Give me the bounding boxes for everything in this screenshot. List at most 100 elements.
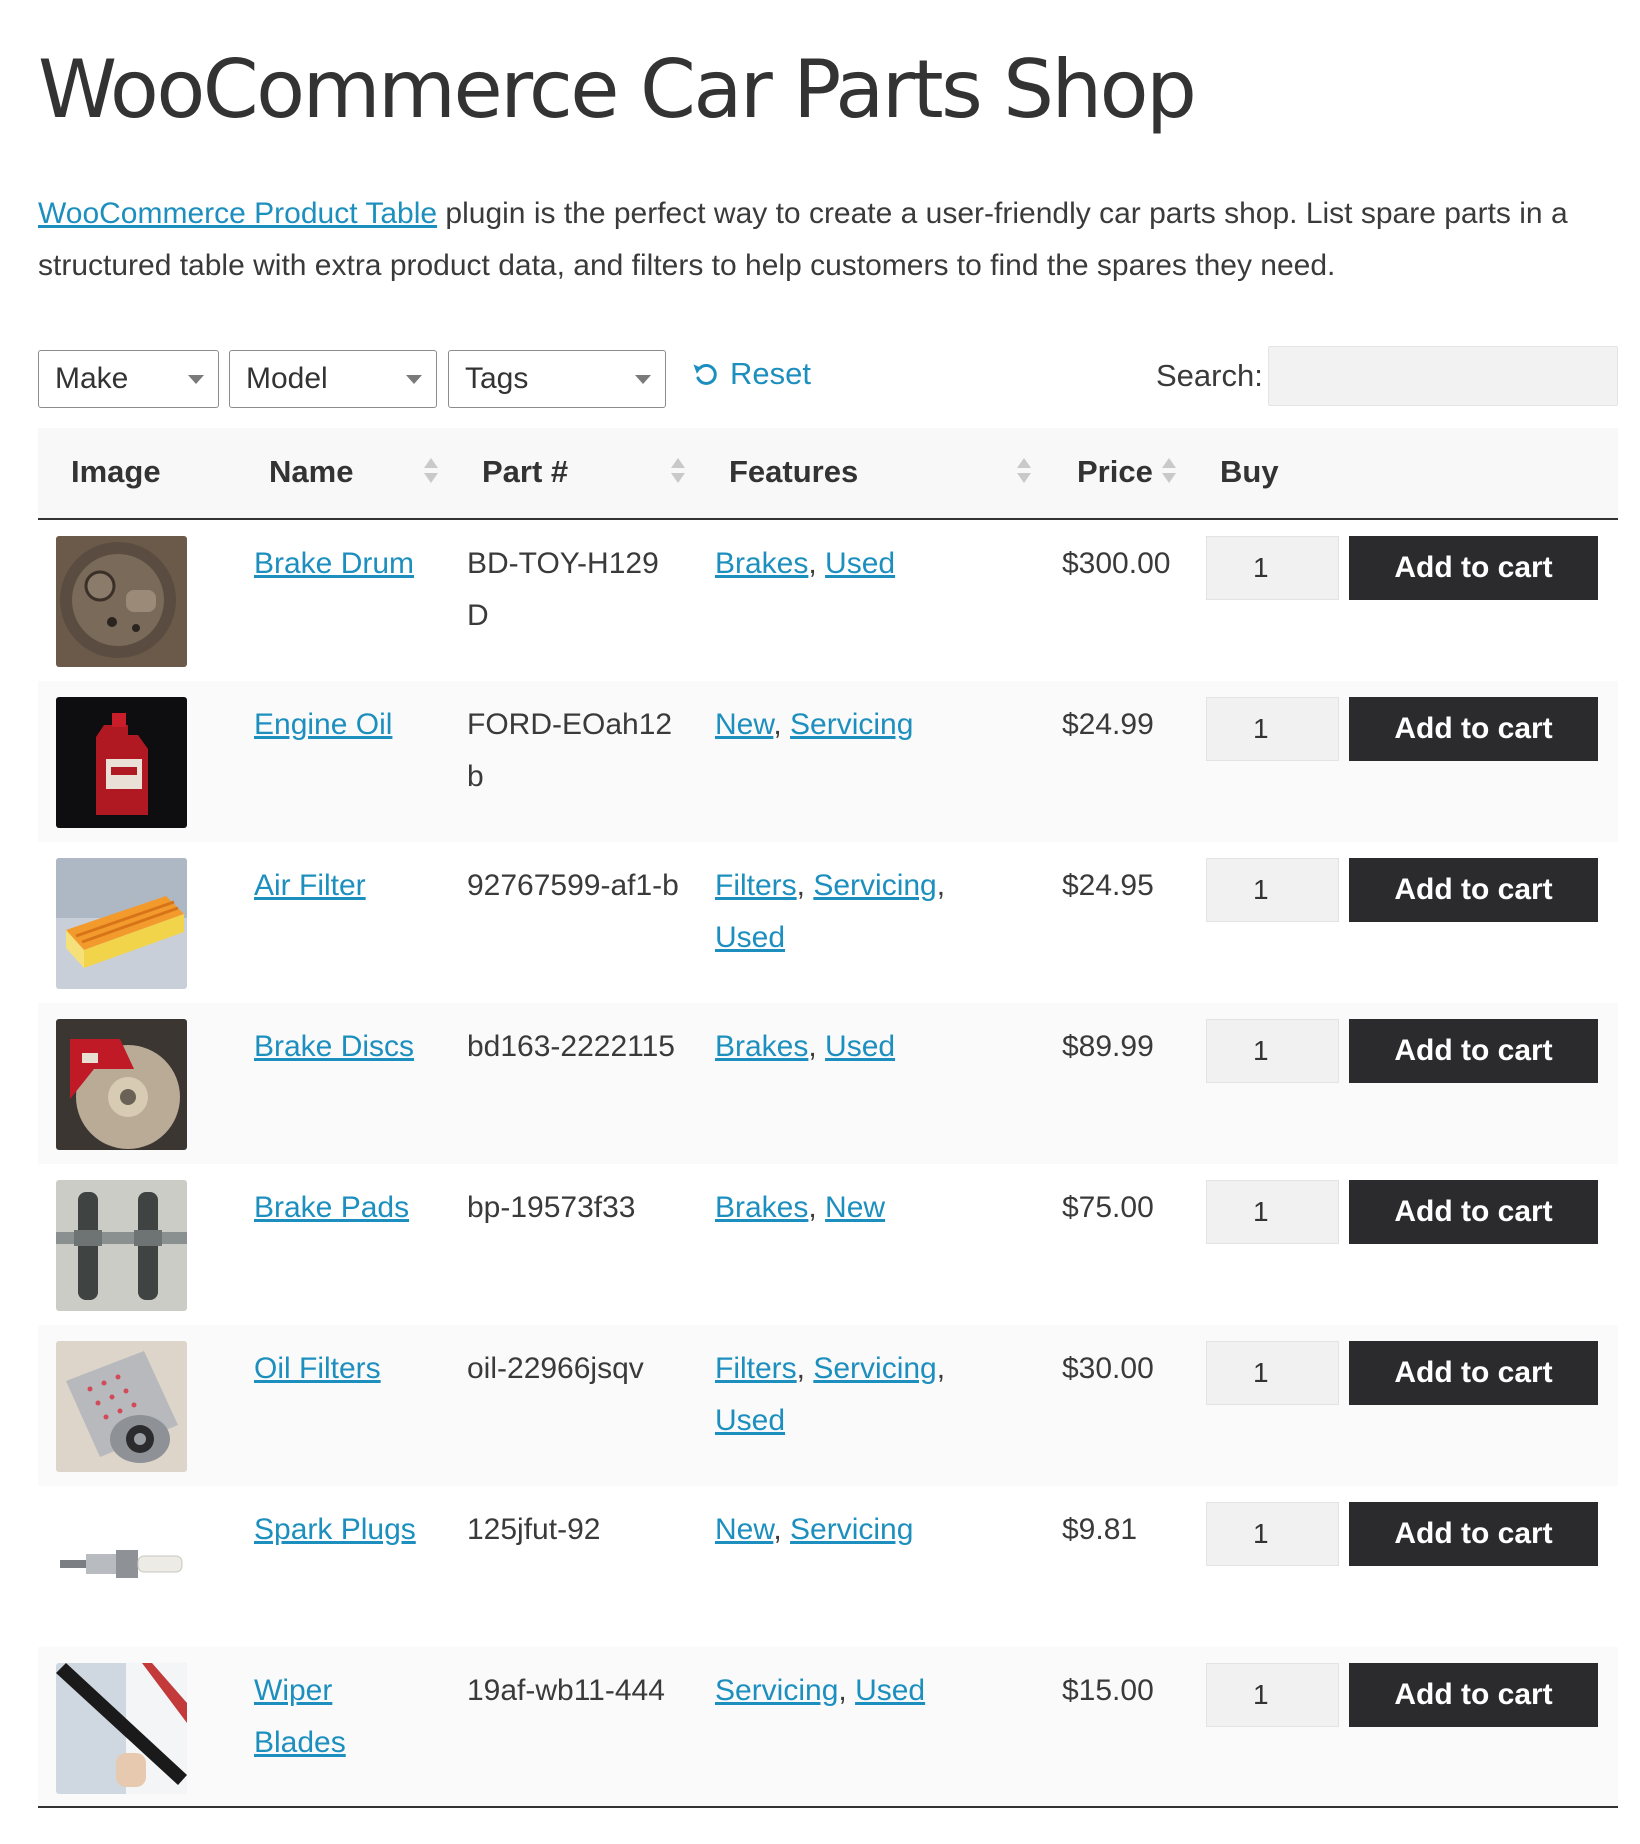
add-to-cart-button[interactable]: Add to cart [1349, 697, 1598, 761]
product-name-link[interactable]: Brake Discs [254, 1030, 414, 1063]
table-body: Brake Drum BD-TOY-H129D Brakes, Used $300.0… [38, 520, 1618, 1808]
product-name-link[interactable]: Brake Drum [254, 547, 414, 580]
add-to-cart-button[interactable]: Add to cart [1349, 1180, 1598, 1244]
sort-icon[interactable] [671, 458, 685, 488]
feature-tag-link[interactable]: Used [715, 1404, 785, 1437]
feature-tag-link[interactable]: Used [825, 547, 895, 580]
table-row: Wiper Blades 19af-wb11-444 Servicing, Used… [38, 1647, 1618, 1808]
feature-tag-link[interactable]: Servicing [813, 869, 936, 902]
feature-tag-link[interactable]: Filters [715, 869, 797, 902]
add-to-cart-button[interactable]: Add to cart [1349, 1019, 1598, 1083]
model-filter-label: Model [246, 362, 328, 395]
search-label: Search: [1156, 358, 1263, 393]
make-filter-select[interactable]: Make [38, 350, 219, 408]
part-number: bd163-2222115 [467, 1030, 675, 1063]
feature-tag-link[interactable]: Filters [715, 1352, 797, 1385]
feature-tag-link[interactable]: Servicing [790, 1513, 913, 1546]
tags-filter-label: Tags [465, 362, 529, 395]
feature-tag-link[interactable]: New [715, 1513, 773, 1546]
feature-tag-link[interactable]: Used [715, 921, 785, 954]
features-cell: Brakes, Used [715, 1030, 896, 1063]
table-row: Brake Discs bd163-2222115 Brakes, Used $89.… [38, 1003, 1618, 1164]
product-image[interactable] [56, 1502, 187, 1633]
make-filter-label: Make [55, 362, 129, 395]
quantity-input[interactable]: 1 [1206, 1663, 1339, 1727]
page-title: WooCommerce Car Parts Shop [38, 43, 1197, 136]
product-name-link[interactable]: Engine Oil [254, 708, 392, 741]
column-header-features[interactable]: Features [729, 454, 858, 490]
price: $89.99 [1062, 1030, 1154, 1063]
product-table: Image Name Part # Features Price Buy Bra… [38, 428, 1618, 1808]
quantity-input[interactable]: 1 [1206, 697, 1339, 761]
product-image[interactable] [56, 858, 187, 989]
feature-tag-link[interactable]: Servicing [790, 708, 913, 741]
price: $30.00 [1062, 1352, 1154, 1385]
table-row: Spark Plugs 125jfut-92 New, Servicing $9.81… [38, 1486, 1618, 1647]
feature-tag-link[interactable]: Used [825, 1030, 895, 1063]
quantity-input[interactable]: 1 [1206, 536, 1339, 600]
part-number: 125jfut-92 [467, 1513, 601, 1546]
product-image[interactable] [56, 1663, 187, 1794]
feature-tag-link[interactable]: Servicing [813, 1352, 936, 1385]
features-cell: New, Servicing [715, 1513, 914, 1546]
add-to-cart-button[interactable]: Add to cart [1349, 1341, 1598, 1405]
product-name-link[interactable]: Wiper Blades [254, 1674, 346, 1759]
tags-filter-select[interactable]: Tags [448, 350, 666, 408]
product-name-link[interactable]: Spark Plugs [254, 1513, 416, 1546]
price: $75.00 [1062, 1191, 1154, 1224]
chevron-down-icon [188, 375, 204, 384]
product-thumbnail [56, 858, 187, 989]
chevron-down-icon [635, 375, 651, 384]
add-to-cart-button[interactable]: Add to cart [1349, 536, 1598, 600]
product-name-link[interactable]: Brake Pads [254, 1191, 409, 1224]
feature-tag-link[interactable]: New [825, 1191, 885, 1224]
feature-tag-link[interactable]: Brakes [715, 547, 808, 580]
product-name-cell: Oil Filters [254, 1343, 424, 1395]
sort-icon[interactable] [1162, 458, 1176, 488]
product-name-link[interactable]: Air Filter [254, 869, 366, 902]
table-row: Oil Filters oil-22966jsqv Filters, Servici… [38, 1325, 1618, 1486]
search-input[interactable] [1268, 346, 1618, 406]
column-header-price[interactable]: Price [1077, 454, 1153, 490]
product-image[interactable] [56, 1180, 187, 1311]
sort-icon[interactable] [1017, 458, 1031, 488]
table-bottom-border [38, 1806, 1618, 1808]
product-name-cell: Spark Plugs [254, 1504, 424, 1556]
part-number: 19af-wb11-444 [467, 1674, 665, 1707]
reset-button[interactable]: Reset [692, 356, 811, 392]
sort-icon[interactable] [424, 458, 438, 488]
column-header-name[interactable]: Name [269, 454, 353, 490]
quantity-input[interactable]: 1 [1206, 1341, 1339, 1405]
feature-tag-link[interactable]: Brakes [715, 1191, 808, 1224]
quantity-input[interactable]: 1 [1206, 1180, 1339, 1244]
features-cell: Brakes, Used [715, 547, 896, 580]
feature-tag-link[interactable]: New [715, 708, 773, 741]
feature-tag-link[interactable]: Brakes [715, 1030, 808, 1063]
product-image[interactable] [56, 1341, 187, 1472]
product-image[interactable] [56, 1019, 187, 1150]
quantity-input[interactable]: 1 [1206, 1502, 1339, 1566]
product-name-link[interactable]: Oil Filters [254, 1352, 381, 1385]
column-header-part[interactable]: Part # [482, 454, 568, 490]
quantity-input[interactable]: 1 [1206, 1019, 1339, 1083]
model-filter-select[interactable]: Model [229, 350, 437, 408]
price: $300.00 [1062, 547, 1171, 580]
feature-tag-link[interactable]: Servicing [715, 1674, 838, 1707]
product-thumbnail [56, 697, 187, 828]
quantity-input[interactable]: 1 [1206, 858, 1339, 922]
product-table-link[interactable]: WooCommerce Product Table [38, 197, 437, 230]
add-to-cart-button[interactable]: Add to cart [1349, 858, 1598, 922]
features-cell: Filters, Servicing, Used [715, 1352, 946, 1437]
part-number: oil-22966jsqv [467, 1352, 644, 1385]
part-number: 92767599-af1-b [467, 869, 679, 902]
product-image[interactable] [56, 697, 187, 828]
add-to-cart-button[interactable]: Add to cart [1349, 1663, 1598, 1727]
features-cell: Servicing, Used [715, 1674, 926, 1707]
product-name-cell: Brake Pads [254, 1182, 424, 1234]
product-thumbnail [56, 1341, 187, 1472]
product-image[interactable] [56, 536, 187, 667]
add-to-cart-button[interactable]: Add to cart [1349, 1502, 1598, 1566]
column-header-image: Image [71, 454, 161, 489]
feature-tag-link[interactable]: Used [855, 1674, 925, 1707]
table-row: Air Filter 92767599-af1-b Filters, Servici… [38, 842, 1618, 1003]
